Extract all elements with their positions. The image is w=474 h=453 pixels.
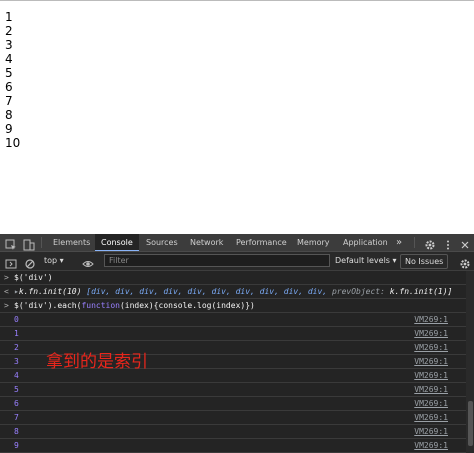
context-selector[interactable]: top ▾ (44, 254, 64, 268)
console-settings-gear-icon[interactable] (459, 255, 471, 269)
filter-input[interactable]: Filter (104, 254, 330, 267)
list-item: 7 (5, 94, 13, 108)
command-text: $('div') (14, 273, 53, 282)
command-body: (index){console.log(index)}) (119, 301, 255, 310)
tab-application[interactable]: Application (337, 234, 394, 251)
result-prev-value: k.fn.init(1)] (389, 287, 453, 296)
tab-performance[interactable]: Performance (230, 234, 293, 251)
result-prev-key: prevObject: (331, 287, 385, 296)
list-item: 2 (5, 24, 13, 38)
console-command: $('div').each(function(index){console.lo… (14, 299, 255, 312)
prompt-chevron-icon: > (4, 301, 9, 310)
log-row: 7 VM269:1 (0, 411, 466, 425)
list-item: 4 (5, 52, 13, 66)
log-value: 9 (14, 441, 19, 450)
log-row: 1 VM269:1 (0, 327, 466, 341)
log-row: 8 VM269:1 (0, 425, 466, 439)
toolbar-divider (414, 237, 415, 248)
source-link[interactable]: VM269:1 (414, 425, 448, 438)
console-input-line: > $('div') (0, 271, 466, 285)
clear-console-icon[interactable] (24, 255, 36, 269)
source-link[interactable]: VM269:1 (414, 439, 448, 452)
console-result-line[interactable]: < ▸k.fn.init(10) [div, div, div, div, di… (0, 285, 466, 299)
dropdown-arrow-icon: ▾ (392, 256, 397, 265)
devtools-tabbar: Elements Console Sources Network Perform… (0, 234, 474, 252)
devtools-panel: Elements Console Sources Network Perform… (0, 234, 474, 453)
kebab-menu-icon[interactable] (442, 236, 454, 250)
log-value: 7 (14, 413, 19, 422)
command-method: .each( (52, 301, 82, 310)
log-row: 5 VM269:1 (0, 383, 466, 397)
console-command: $('div') (14, 271, 53, 284)
list-item: 6 (5, 80, 13, 94)
list-item: 1 (5, 10, 13, 24)
log-row: 9 VM269:1 (0, 439, 466, 453)
tab-elements[interactable]: Elements (47, 234, 96, 251)
command-keyword: function (81, 301, 120, 310)
source-link[interactable]: VM269:1 (414, 369, 448, 382)
sidebar-toggle-icon[interactable] (5, 255, 17, 269)
issues-button[interactable]: No Issues (400, 254, 449, 269)
list-item: 3 (5, 38, 13, 52)
log-row: 6 VM269:1 (0, 397, 466, 411)
result-elements: [div, div, div, div, div, div, div, div,… (86, 287, 328, 296)
prompt-chevron-icon: > (4, 273, 9, 282)
toolbar-divider (41, 237, 42, 248)
tab-network[interactable]: Network (184, 234, 229, 251)
source-link[interactable]: VM269:1 (414, 383, 448, 396)
annotation-text: 拿到的是索引 (46, 352, 148, 372)
log-row: 0 VM269:1 (0, 313, 466, 327)
source-link[interactable]: VM269:1 (414, 411, 448, 424)
gear-icon[interactable] (424, 236, 436, 250)
list-item: 10 (5, 136, 21, 150)
log-value: 2 (14, 343, 19, 352)
dropdown-arrow-icon: ▾ (59, 256, 64, 265)
device-toolbar-icon[interactable] (23, 236, 35, 251)
source-link[interactable]: VM269:1 (414, 313, 448, 326)
console-scrollbar[interactable] (466, 271, 474, 453)
tab-sources[interactable]: Sources (140, 234, 184, 251)
scrollbar-thumb[interactable] (468, 401, 473, 446)
log-value: 8 (14, 427, 19, 436)
more-tabs-button[interactable]: » (390, 234, 408, 251)
result-arrow-icon: < (4, 287, 9, 296)
source-link[interactable]: VM269:1 (414, 341, 448, 354)
inspect-element-icon[interactable] (5, 236, 17, 250)
console-output: > $('div') < ▸k.fn.init(10) [div, div, d… (0, 271, 466, 453)
page-viewport: 1 2 3 4 5 6 7 8 9 10 (0, 0, 474, 234)
log-value: 5 (14, 385, 19, 394)
list-item: 5 (5, 66, 13, 80)
list-item: 8 (5, 108, 13, 122)
console-filter-bar: top ▾ Filter Default levels ▾ No Issues (0, 252, 474, 271)
log-value: 6 (14, 399, 19, 408)
eye-icon[interactable] (82, 255, 94, 267)
context-label: top (44, 256, 58, 265)
source-link[interactable]: VM269:1 (414, 355, 448, 368)
log-value: 3 (14, 357, 19, 366)
list-item: 9 (5, 122, 13, 136)
command-selector: $('div') (14, 301, 53, 310)
tab-console[interactable]: Console (95, 234, 139, 251)
close-icon[interactable] (459, 236, 471, 249)
log-value: 4 (14, 371, 19, 380)
tab-memory[interactable]: Memory (291, 234, 336, 251)
console-input-line: > $('div').each(function(index){console.… (0, 299, 466, 313)
page-number-list: 1 2 3 4 5 6 7 8 9 10 (5, 10, 20, 150)
result-constructor: k.fn.init(10) (18, 287, 82, 296)
log-value: 1 (14, 329, 19, 338)
console-result: ▸k.fn.init(10) [div, div, div, div, div,… (14, 285, 452, 298)
log-levels-label: Default levels (335, 256, 390, 265)
source-link[interactable]: VM269:1 (414, 327, 448, 340)
log-value: 0 (14, 315, 19, 324)
source-link[interactable]: VM269:1 (414, 397, 448, 410)
log-levels-dropdown[interactable]: Default levels ▾ (335, 255, 397, 267)
